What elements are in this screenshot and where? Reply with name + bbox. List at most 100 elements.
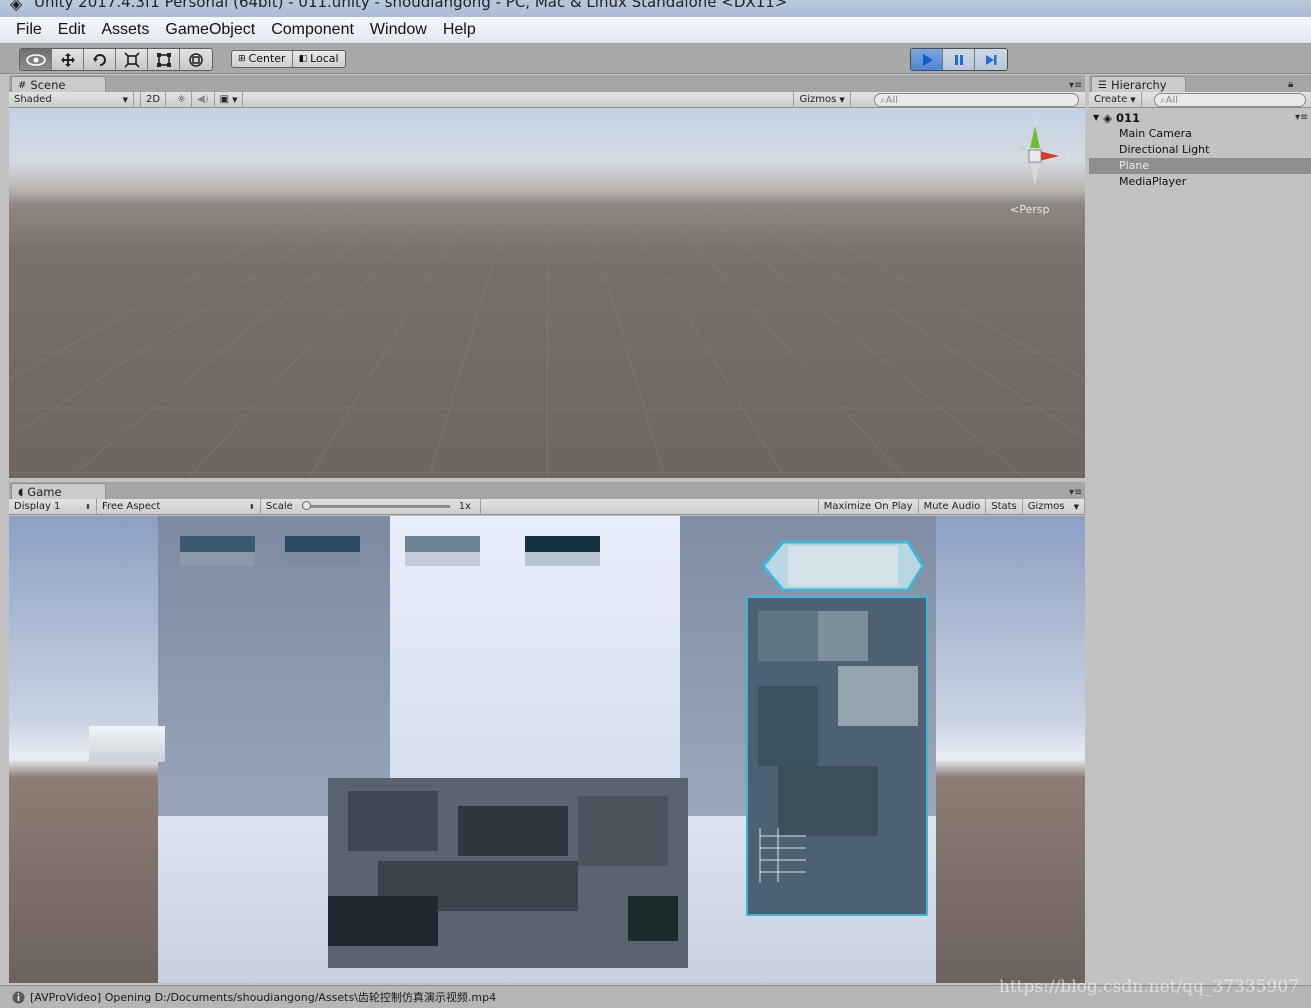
create-dropdown[interactable]: Create ▼ [1089,91,1142,108]
window-title: Unity 2017.4.3f1 Personal (64bit) - 011.… [34,0,788,11]
machine-mosaic-c [578,796,668,866]
hud-button-3-shadow [405,552,480,566]
scene-context-menu-icon[interactable]: ▾≡ [1295,112,1308,123]
hierarchy-item-plane[interactable]: Plane [1089,158,1311,174]
lock-icon[interactable]: 🔒︎ [1288,79,1293,90]
tab-scene[interactable]: # Scene [11,76,106,93]
hud-button-1-shadow [180,552,255,566]
pivot-rotation-button[interactable]: ◧ Local [293,51,345,67]
tab-game-label: Game [27,485,62,499]
mode-2d-toggle[interactable]: 2D [140,91,167,108]
unity-logo-icon: ◈ [10,0,23,13]
transform-tools [19,48,213,71]
hand-tool-button[interactable] [20,49,52,70]
scene-search-input[interactable]: ⌕ All [874,93,1079,107]
play-controls [910,48,1008,71]
aspect-dropdown[interactable]: Free Aspect ⬍ [97,498,261,515]
menu-edit[interactable]: Edit [50,21,94,39]
scene-effects-dropdown[interactable]: ▣ ▼ [215,91,244,108]
stepper-icon: ⬍ [249,502,255,511]
unity-scene-icon: ◈ [1103,111,1113,125]
display-dropdown[interactable]: Display 1 ⬍ [9,498,97,515]
image-icon: ▣ [219,94,230,105]
hierarchy-item-directional-light[interactable]: Directional Light [1089,142,1311,158]
create-label: Create [1094,94,1128,105]
scene-orientation-gizmo[interactable]: y x [999,116,1079,196]
main-toolbar: ⊞ Center ◧ Local [0,44,1311,74]
pause-icon [954,54,963,65]
sun-icon: ☼ [177,94,187,105]
maximize-on-play-toggle[interactable]: Maximize On Play [817,498,919,515]
mute-audio-label: Mute Audio [923,501,981,512]
menu-window[interactable]: Window [362,21,435,39]
list-icon: ☰ [1098,79,1107,91]
menu-component[interactable]: Component [263,21,362,39]
hud-title-plate [761,540,925,592]
rotate-icon [92,53,106,66]
machine-mosaic-b [458,806,568,856]
hud-button-4 [525,536,600,552]
tab-game[interactable]: ◖ Game [11,483,106,500]
hierarchy-search-input[interactable]: ⌕ All [1154,93,1306,107]
hud-button-4-shadow [525,552,600,566]
window-title-bar: ◈ Unity 2017.4.3f1 Personal (64bit) - 01… [0,0,1311,17]
scene-root-item[interactable]: ▼ ◈ 011 [1093,110,1140,126]
hierarchy-item-main-camera[interactable]: Main Camera [1089,126,1311,142]
scene-audio-toggle[interactable]: ◀) [192,91,215,108]
mute-audio-toggle[interactable]: Mute Audio [919,498,987,515]
mode-2d-label: 2D [146,94,161,105]
scene-gizmos-dropdown[interactable]: Gizmos ▼ [793,91,851,108]
dropdown-arrow-icon: ▼ [232,95,238,104]
scale-slider[interactable] [301,501,450,510]
transform-tool-button[interactable] [180,49,212,70]
shading-mode-dropdown[interactable]: Shaded ▼ [9,91,134,108]
pivot-mode-button[interactable]: ⊞ Center [232,51,293,67]
game-render-frame [158,516,936,983]
hierarchy-item-mediaplayer[interactable]: MediaPlayer [1089,174,1311,190]
game-panel-menu-icon[interactable]: ▾≡ [1069,487,1082,498]
menu-assets[interactable]: Assets [93,21,157,39]
scene-viewport[interactable]: y x [9,108,1085,478]
scale-value: 1x [458,501,472,512]
menu-file[interactable]: File [8,21,50,39]
menu-bar: File Edit Assets GameObject Component Wi… [0,17,1311,44]
step-button[interactable] [975,49,1007,70]
panel-chart-lines [759,828,806,882]
panel-mosaic-d [758,686,818,766]
stats-label: Stats [991,501,1017,512]
game-gizmos-label: Gizmos [1027,501,1065,512]
pivot-rotation-label: Local [310,52,339,65]
machine-base-right [628,896,678,941]
step-icon [986,54,997,65]
pause-button[interactable] [943,49,975,70]
scene-panel-menu-icon[interactable]: ▾≡ [1069,80,1082,91]
scale-slider-thumb[interactable] [301,501,311,510]
game-gizmos-dropdown[interactable]: Gizmos ▼ [1023,498,1085,515]
panel-mosaic-b [818,611,868,661]
menu-help[interactable]: Help [435,21,484,39]
menu-gameobject[interactable]: GameObject [157,21,263,39]
play-button[interactable] [911,49,943,70]
persp-arrow-icon: < [1010,203,1020,216]
rotate-tool-button[interactable] [84,49,116,70]
dropdown-arrow-icon: ▼ [122,95,128,104]
foldout-arrow-icon[interactable]: ▼ [1093,110,1099,126]
pivot-mode-label: Center [248,52,286,65]
hierarchy-list: ▼ ◈ 011 ▾≡ Main Camera Directional Light… [1089,108,1311,983]
move-tool-button[interactable] [52,49,84,70]
shading-mode-label: Shaded [14,94,52,105]
axis-x-label: x [1066,152,1071,161]
tab-hierarchy[interactable]: ☰ Hierarchy [1091,76,1186,93]
projection-toggle[interactable]: <Persp [1010,203,1049,216]
scale-tool-button[interactable] [116,49,148,70]
stats-toggle[interactable]: Stats [986,498,1023,515]
hud-button-2-shadow [285,552,360,566]
panel-mosaic-c [838,666,918,726]
scene-lighting-toggle[interactable]: ☼ [172,91,193,108]
game-viewport[interactable] [9,516,1085,983]
rect-tool-button[interactable] [148,49,180,70]
axis-y-label: y [1033,117,1038,126]
speaker-icon: ◀) [197,94,209,105]
play-icon [922,53,933,66]
scale-label: Scale [265,501,293,512]
